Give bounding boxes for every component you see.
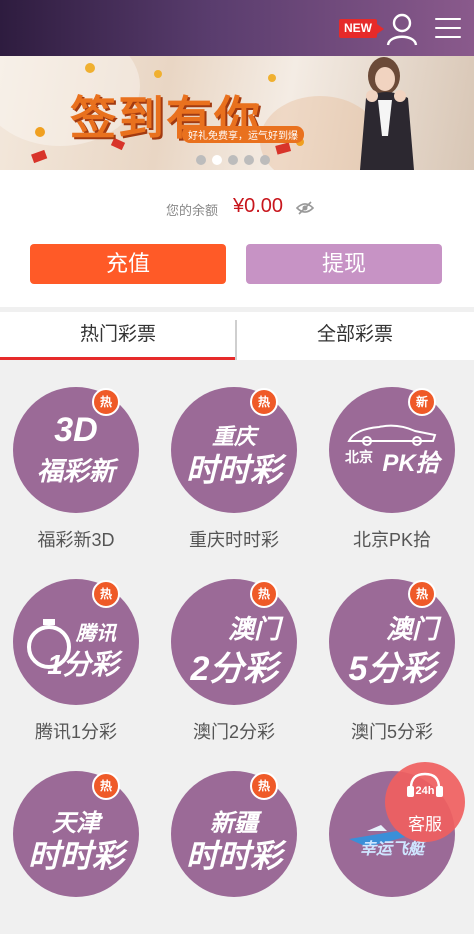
carousel-dot-active[interactable]	[212, 155, 222, 165]
recharge-button[interactable]: 充值	[30, 244, 226, 284]
lottery-logo-line2: 时时彩	[185, 838, 282, 874]
lottery-logo-line2: 1分彩	[47, 649, 119, 680]
balance-label: 您的余额	[166, 203, 219, 218]
hot-badge: 热	[408, 580, 436, 608]
lottery-logo-line2: 时时彩	[27, 838, 124, 874]
lottery-logo[interactable]: 重庆 时时彩	[171, 387, 297, 513]
lottery-item[interactable]: 天津 时时彩 热	[0, 744, 158, 934]
tab-hot-lottery[interactable]: 热门彩票	[0, 312, 236, 360]
lottery-logo[interactable]: 天津 时时彩	[13, 771, 139, 897]
lottery-logo-line2: 福彩新	[36, 456, 115, 486]
lottery-item[interactable]: 北京 PK拾 新 北京PK拾	[316, 360, 474, 550]
hot-badge: 热	[92, 388, 120, 416]
carousel-dot[interactable]	[260, 155, 270, 165]
tab-all-lottery[interactable]: 全部彩票	[237, 312, 473, 360]
lottery-tabs: 热门彩票 全部彩票	[0, 312, 474, 362]
lottery-logo[interactable]: 3D 福彩新	[13, 387, 139, 513]
customer-service-label: 客服	[408, 815, 442, 834]
lottery-logo-line2: 时时彩	[185, 452, 282, 488]
balance-value: ¥0.00	[233, 195, 284, 217]
lottery-name: 北京PK拾	[352, 530, 431, 550]
menu-icon[interactable]	[435, 18, 461, 40]
lottery-logo-line1: 腾讯	[76, 623, 116, 645]
hot-badge: 热	[250, 388, 278, 416]
hours-label: 24h	[416, 785, 435, 797]
lottery-name: 腾讯1分彩	[34, 722, 117, 742]
hot-badge: 热	[92, 580, 120, 608]
lottery-item[interactable]: 澳门 2分彩 热 澳门2分彩	[158, 552, 316, 742]
lottery-logo-line2: PK拾	[382, 450, 440, 477]
lottery-logo[interactable]: 澳门 5分彩	[329, 579, 455, 705]
lottery-logo[interactable]: 澳门 2分彩	[171, 579, 297, 705]
lottery-name: 澳门2分彩	[192, 722, 275, 742]
top-bar: NEW	[0, 0, 474, 56]
promo-banner[interactable]: 签到有你 好礼免费享，运气好到爆	[0, 56, 474, 170]
lottery-logo-line2: 5分彩	[348, 650, 436, 688]
carousel-dot[interactable]	[228, 155, 238, 165]
carousel-dot[interactable]	[244, 155, 254, 165]
model-figure-icon	[360, 57, 414, 170]
banner-subtitle: 好礼免费享，运气好到爆	[182, 126, 304, 143]
lottery-logo-line2: 2分彩	[190, 650, 278, 688]
lottery-name: 澳门5分彩	[350, 722, 433, 742]
lottery-logo[interactable]: 新疆 时时彩	[171, 771, 297, 897]
lottery-logo[interactable]: 腾讯 1分彩	[13, 579, 139, 705]
new-label-badge: 新	[408, 388, 436, 416]
lottery-name: 重庆时时彩	[189, 530, 279, 550]
lottery-name: 福彩新3D	[37, 530, 115, 550]
lottery-item[interactable]: 腾讯 1分彩 热 腾讯1分彩	[0, 552, 158, 742]
lottery-item[interactable]: 重庆 时时彩 热 重庆时时彩	[158, 360, 316, 550]
headset-24h-icon: 24h	[407, 772, 443, 797]
user-icon[interactable]	[386, 12, 418, 46]
new-badge[interactable]: NEW	[339, 19, 384, 38]
hot-badge: 热	[92, 772, 120, 800]
lottery-item[interactable]: 3D 福彩新 热 福彩新3D	[0, 360, 158, 550]
eye-hidden-icon[interactable]	[296, 201, 314, 215]
customer-service-button[interactable]: 24h 客服	[385, 762, 465, 842]
hot-badge: 热	[250, 772, 278, 800]
wallet-panel: 您的余额 ¥0.00 充值 提现	[0, 170, 474, 307]
withdraw-button[interactable]: 提现	[246, 244, 442, 284]
carousel-dots[interactable]	[196, 155, 270, 165]
hot-badge: 热	[250, 580, 278, 608]
lottery-logo-line1: 3D	[54, 411, 98, 449]
lottery-item[interactable]: 新疆 时时彩 热	[158, 744, 316, 934]
lottery-item[interactable]: 澳门 5分彩 热 澳门5分彩	[316, 552, 474, 742]
carousel-dot[interactable]	[196, 155, 206, 165]
lottery-logo[interactable]: 北京 PK拾	[329, 387, 455, 513]
